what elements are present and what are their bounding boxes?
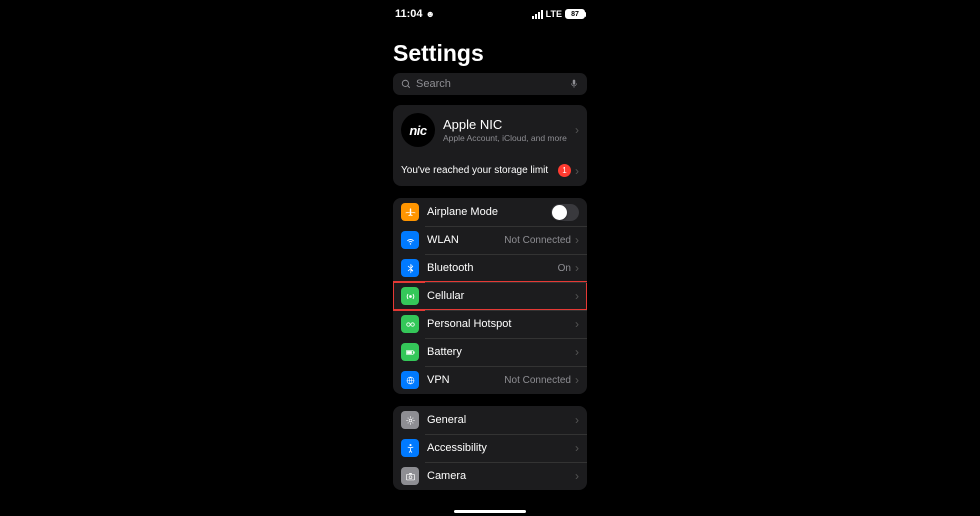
airplane-mode-row[interactable]: Airplane Mode (393, 198, 587, 226)
accessibility-label: Accessibility (427, 442, 575, 454)
gear-icon (401, 411, 419, 429)
chevron-icon: › (575, 262, 579, 274)
wlan-row[interactable]: WLAN Not Connected › (393, 226, 587, 254)
battery-icon: 87 (565, 9, 585, 19)
chevron-icon: › (575, 414, 579, 426)
chevron-icon: › (575, 318, 579, 330)
cellular-icon (401, 287, 419, 305)
search-placeholder: Search (416, 78, 569, 90)
battery-label: Battery (427, 346, 575, 358)
search-icon (401, 79, 411, 89)
airplane-toggle[interactable] (551, 204, 579, 221)
storage-message: You've reached your storage limit (401, 165, 558, 176)
accessibility-row[interactable]: Accessibility › (393, 434, 587, 462)
search-input[interactable]: Search (393, 73, 587, 95)
general-row[interactable]: General › (393, 406, 587, 434)
vpn-row[interactable]: VPN Not Connected › (393, 366, 587, 394)
battery-icon (401, 343, 419, 361)
bluetooth-row[interactable]: Bluetooth On › (393, 254, 587, 282)
profile-name: Apple NIC (443, 117, 575, 132)
cellular-label: Cellular (427, 290, 575, 302)
camera-row[interactable]: Camera › (393, 462, 587, 490)
system-group: General › Accessibility › Camera › (393, 406, 587, 490)
signal-icon (532, 10, 543, 19)
chevron-icon: › (575, 234, 579, 246)
accessibility-icon (401, 439, 419, 457)
chevron-icon: › (575, 124, 579, 136)
chevron-icon: › (575, 290, 579, 302)
status-time: 11:04 (395, 8, 423, 20)
vpn-icon (401, 371, 419, 389)
bluetooth-label: Bluetooth (427, 262, 558, 274)
hotspot-label: Personal Hotspot (427, 318, 575, 330)
vpn-label: VPN (427, 374, 504, 386)
profile-subtitle: Apple Account, iCloud, and more (443, 133, 575, 143)
storage-badge: 1 (558, 164, 571, 177)
wlan-value: Not Connected (504, 235, 571, 246)
status-bar: 11:04 ☻ LTE 87 (381, 0, 599, 26)
chevron-icon: › (575, 442, 579, 454)
chevron-icon: › (575, 470, 579, 482)
wlan-label: WLAN (427, 234, 504, 246)
chevron-icon: › (575, 346, 579, 358)
camera-icon (401, 467, 419, 485)
camera-label: Camera (427, 470, 575, 482)
storage-warning-row[interactable]: You've reached your storage limit 1 › (393, 155, 587, 186)
bluetooth-value: On (558, 263, 571, 274)
mic-icon[interactable] (569, 79, 579, 89)
phone-screen: 11:04 ☻ LTE 87 Settings Search nic Apple… (381, 0, 599, 516)
wifi-icon (401, 231, 419, 249)
profile-card: nic Apple NIC Apple Account, iCloud, and… (393, 105, 587, 186)
home-indicator[interactable] (454, 510, 526, 513)
hotspot-icon (401, 315, 419, 333)
bluetooth-icon (401, 259, 419, 277)
network-label: LTE (546, 9, 562, 19)
general-label: General (427, 414, 575, 426)
chevron-icon: › (575, 165, 579, 177)
chevron-icon: › (575, 374, 579, 386)
avatar: nic (401, 113, 435, 147)
page-title: Settings (393, 40, 587, 67)
vpn-value: Not Connected (504, 375, 571, 386)
connectivity-group: Airplane Mode WLAN Not Connected › Bluet… (393, 198, 587, 394)
cellular-row[interactable]: Cellular › (393, 282, 587, 310)
airplane-label: Airplane Mode (427, 206, 551, 218)
profile-row[interactable]: nic Apple NIC Apple Account, iCloud, and… (393, 105, 587, 155)
status-emoji: ☻ (426, 9, 435, 19)
page-header: Settings (381, 26, 599, 73)
hotspot-row[interactable]: Personal Hotspot › (393, 310, 587, 338)
airplane-icon (401, 203, 419, 221)
battery-row[interactable]: Battery › (393, 338, 587, 366)
